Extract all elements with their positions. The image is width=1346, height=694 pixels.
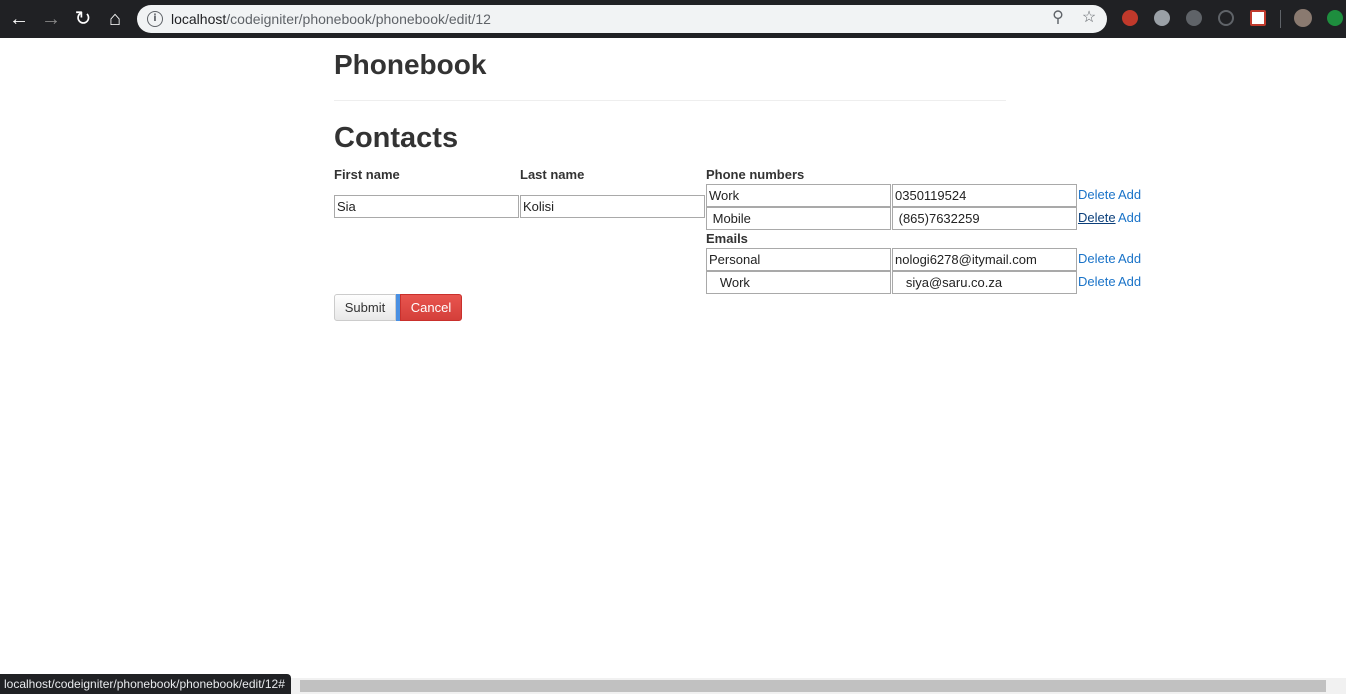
address-url[interactable]: localhost/codeigniter/phonebook/phoneboo… <box>171 11 491 27</box>
add-email-link[interactable]: Add <box>1118 274 1141 289</box>
phone-numbers-label: Phone numbers <box>706 167 805 182</box>
first-name-label: First name <box>334 167 400 182</box>
email-type-field[interactable]: Work <box>706 271 891 294</box>
home-icon[interactable]: ⌂ <box>104 8 126 30</box>
add-phone-link[interactable]: Add <box>1118 187 1141 202</box>
email-type-field[interactable]: Personal <box>706 248 891 271</box>
address-bar[interactable]: i localhost/codeigniter/phonebook/phoneb… <box>137 5 1107 33</box>
last-name-input[interactable] <box>520 195 705 218</box>
divider <box>334 100 1006 101</box>
page-title: Phonebook <box>334 49 487 80</box>
phone-type-field[interactable]: Work <box>706 184 891 207</box>
email-address-field[interactable]: nologi6278@itymail.com <box>892 248 1077 271</box>
horizontal-scrollbar[interactable] <box>300 680 1326 692</box>
add-email-link[interactable]: Add <box>1118 251 1141 266</box>
pocket-extension-icon[interactable] <box>1250 10 1266 26</box>
profile-extension-icon[interactable] <box>1154 10 1170 26</box>
add-phone-link[interactable]: Add <box>1118 210 1141 225</box>
email-address-field[interactable]: siya@saru.co.za <box>892 271 1077 294</box>
reload-icon[interactable]: ↻ <box>72 8 94 30</box>
url-path: /codeigniter/phonebook/phonebook/edit/12 <box>226 11 491 27</box>
section-title: Contacts <box>334 122 459 154</box>
url-host: localhost <box>171 11 227 27</box>
toolbar-divider <box>1280 10 1281 28</box>
info-icon[interactable]: i <box>147 11 163 27</box>
phone-type-field[interactable]: Mobile <box>706 207 891 230</box>
update-icon[interactable] <box>1327 10 1343 26</box>
cancel-button[interactable]: Cancel <box>400 294 462 321</box>
phone-number-field[interactable]: (865)7632259 <box>892 207 1077 230</box>
browser-toolbar: ← → ↻ ⌂ i localhost/codeigniter/phoneboo… <box>0 0 1346 38</box>
bookmark-star-icon[interactable]: ☆ <box>1080 9 1098 27</box>
delete-email-link[interactable]: Delete <box>1078 274 1116 289</box>
first-name-input[interactable] <box>334 195 519 218</box>
submit-button[interactable]: Submit <box>334 294 396 321</box>
last-name-label: Last name <box>520 167 585 182</box>
delete-phone-link[interactable]: Delete <box>1078 210 1116 225</box>
delete-phone-link[interactable]: Delete <box>1078 187 1116 202</box>
delete-email-link[interactable]: Delete <box>1078 251 1116 266</box>
zoom-icon[interactable]: ⚲ <box>1049 9 1067 27</box>
extension-icon[interactable] <box>1122 10 1138 26</box>
emails-label: Emails <box>706 231 748 246</box>
forward-arrow-icon[interactable]: → <box>40 8 62 30</box>
avatar[interactable] <box>1294 9 1312 27</box>
phone-number-field[interactable]: 0350119524 <box>892 184 1077 207</box>
sync-extension-icon[interactable] <box>1218 10 1234 26</box>
gear-extension-icon[interactable] <box>1186 10 1202 26</box>
back-arrow-icon[interactable]: ← <box>8 8 30 30</box>
status-bar-url: localhost/codeigniter/phonebook/phoneboo… <box>0 674 291 694</box>
